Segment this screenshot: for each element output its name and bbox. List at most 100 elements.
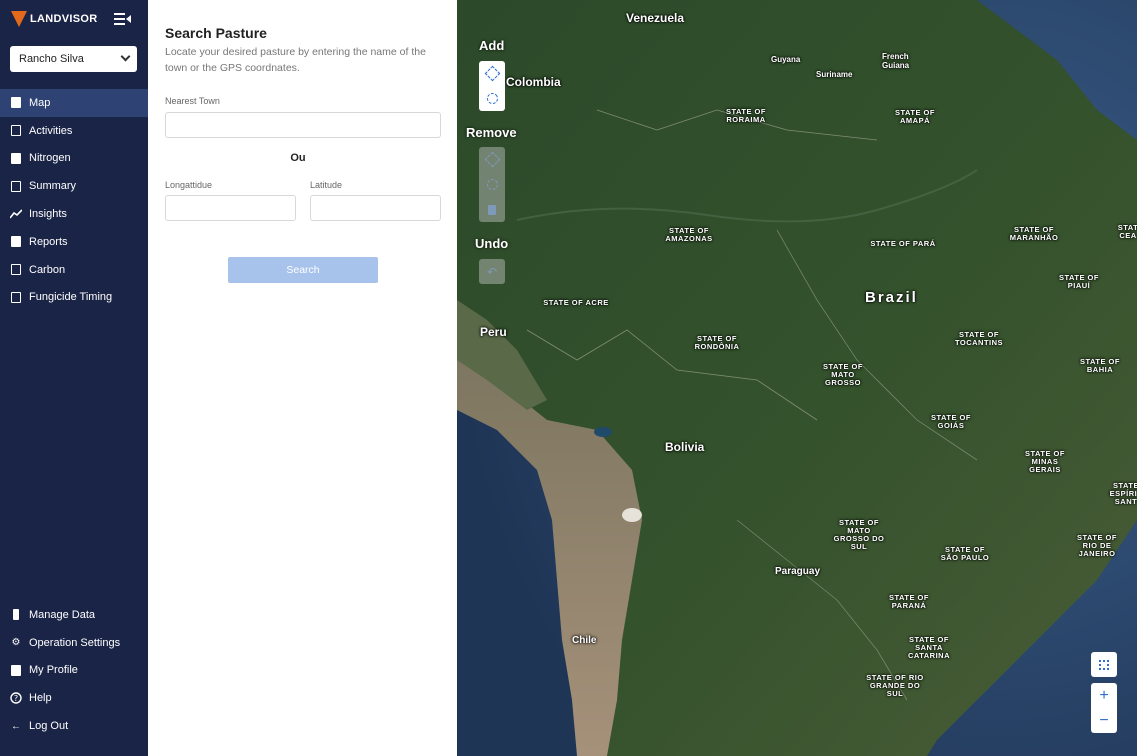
nav-item-label: Summary [29, 180, 77, 193]
map-label-santa-catarina: STATE OF SANTA CATARINA [907, 635, 951, 660]
map-label-goias: STATE OF GOIÁS [931, 413, 971, 430]
search-button[interactable]: Search [228, 257, 378, 283]
zoom-control: + − [1091, 683, 1117, 733]
nav-item-nitrogen[interactable]: Nitrogen [0, 145, 148, 173]
map-label-guyana: Guyana [771, 55, 801, 64]
remove-tools-title: Remove [466, 125, 517, 140]
remove-tools [479, 147, 505, 222]
nav-item-help[interactable]: ? Help [0, 684, 148, 712]
latitude-input[interactable] [310, 195, 441, 221]
nav-item-manage-data[interactable]: Manage Data [0, 601, 148, 629]
undo-tools-title: Undo [475, 236, 509, 251]
svg-text:?: ? [14, 694, 18, 703]
add-polygon-button[interactable] [479, 61, 505, 86]
calendar-icon [10, 291, 22, 303]
zoom-in-button[interactable]: + [1091, 683, 1117, 708]
farm-select[interactable]: Rancho Silva [10, 46, 137, 72]
nav-item-log-out[interactable]: ← Log Out [0, 712, 148, 740]
nav-item-label: Log Out [29, 720, 69, 733]
nav-item-fungicide-timing[interactable]: Fungicide Timing [0, 284, 148, 312]
map-label-chile: Chile [572, 635, 597, 646]
chevron-down-icon [120, 51, 131, 62]
nitrogen-icon [10, 152, 22, 164]
add-tools [479, 61, 505, 111]
nav-item-label: Insights [29, 208, 67, 221]
edit-circle-icon [484, 176, 500, 193]
satellite-map[interactable]: Venezuela Colombia Guyana Suriname Frenc… [457, 0, 1137, 756]
map-icon [10, 97, 22, 109]
undo-button[interactable]: ↶ [479, 259, 505, 284]
nav-item-carbon[interactable]: Carbon [0, 256, 148, 284]
nav-item-label: Operation Settings [29, 636, 121, 649]
nav-item-label: Map [29, 96, 51, 109]
map-terrain [457, 0, 1137, 756]
nav-item-insights[interactable]: Insights [0, 200, 148, 228]
delete-shape-button[interactable] [479, 197, 505, 222]
nav-item-label: Fungicide Timing [29, 291, 113, 304]
activities-icon [10, 125, 22, 137]
fullscreen-button[interactable] [1091, 652, 1117, 677]
map-label-roraima: STATE OF RORAIMA [726, 107, 766, 124]
map-label-rondonia: STATE OF RONDÔNIA [694, 334, 740, 351]
map-label-suriname: Suriname [816, 70, 853, 79]
nav-item-map[interactable]: Map [0, 89, 148, 117]
secondary-nav: Manage Data ⚙ Operation Settings My Prof… [0, 601, 148, 740]
nav-item-summary[interactable]: Summary [0, 172, 148, 200]
nav-item-operation-settings[interactable]: ⚙ Operation Settings [0, 629, 148, 657]
map-label-amazonas: STATE OF AMAZONAS [665, 226, 713, 243]
insights-icon [10, 208, 22, 220]
nav-item-reports[interactable]: Reports [0, 228, 148, 256]
panel-description: Locate your desired pasture by entering … [165, 46, 426, 74]
nav-item-my-profile[interactable]: My Profile [0, 657, 148, 685]
gear-icon: ⚙ [11, 637, 21, 649]
farm-select-value: Rancho Silva [19, 53, 84, 65]
map-label-tocantins: STATE OF TOCANTINS [954, 330, 1004, 347]
map-label-mato-grosso-do-sul: STATE OF MATO GROSSO DO SUL [833, 518, 885, 551]
logout-icon: ← [11, 720, 21, 732]
map-label-piaui: STATE OF PIAUÍ [1059, 273, 1099, 290]
map-label-mato-grosso: STATE OF MATO GROSSO [823, 362, 863, 387]
map-label-colombia: Colombia [506, 75, 561, 89]
brand-name: LANDVISOR [30, 13, 98, 25]
map-label-parana: STATE OF PARANÁ [889, 593, 929, 610]
map-label-brazil: Brazil [865, 289, 918, 306]
or-divider: Ou [290, 152, 306, 164]
data-icon [10, 609, 22, 621]
nav-item-label: Carbon [29, 263, 66, 276]
edit-circle-button[interactable] [479, 172, 505, 197]
longitude-input[interactable] [165, 195, 296, 221]
undo-tools: ↶ [479, 259, 505, 284]
nav-item-label: Manage Data [29, 608, 96, 621]
collapse-menu-icon[interactable] [114, 12, 131, 26]
nav-item-label: Help [29, 692, 52, 705]
map-label-minas-gerais: STATE OF MINAS GERAIS [1025, 449, 1065, 474]
add-circle-button[interactable] [479, 86, 505, 111]
add-tools-title: Add [479, 38, 505, 53]
nearest-town-input[interactable] [165, 112, 441, 138]
nav-item-label: My Profile [29, 664, 78, 677]
map-label-paraguay: Paraguay [775, 566, 821, 577]
help-icon: ? [10, 692, 22, 704]
draw-circle-icon [484, 90, 500, 107]
main-nav: Map Activities Nitrogen Summary Insights… [0, 89, 148, 311]
nav-item-label: Activities [29, 124, 73, 137]
map-label-rio-grande-do-sul: STATE OF RIO GRANDE DO SUL [866, 673, 924, 698]
map-label-bolivia: Bolivia [665, 440, 705, 454]
map-label-french-guiana: French Guiana [882, 52, 910, 70]
map-label-acre: STATE OF ACRE [543, 298, 609, 307]
map-label-ceara: STAT CEA [1117, 223, 1137, 240]
brand-logo[interactable]: LANDVISOR [11, 9, 97, 29]
map-label-para: STATE OF PARÁ [870, 239, 936, 248]
landvisor-logo-icon [11, 11, 27, 27]
nav-item-activities[interactable]: Activities [0, 117, 148, 145]
zoom-out-button[interactable]: − [1091, 708, 1117, 733]
carbon-icon [10, 264, 22, 276]
map-label-maranhao: STATE OF MARANHÃO [1009, 225, 1059, 242]
panel-title: Search Pasture [165, 25, 267, 41]
map-label-rio-de-janeiro: STATE OF RIO DE JANEIRO [1077, 533, 1117, 558]
edit-polygon-button[interactable] [479, 147, 505, 172]
fullscreen-icon [1099, 659, 1109, 670]
search-pasture-panel: Search Pasture Locate your desired pastu… [148, 0, 457, 756]
longitude-label: Longattidue [165, 180, 213, 190]
nav-item-label: Nitrogen [29, 152, 71, 165]
